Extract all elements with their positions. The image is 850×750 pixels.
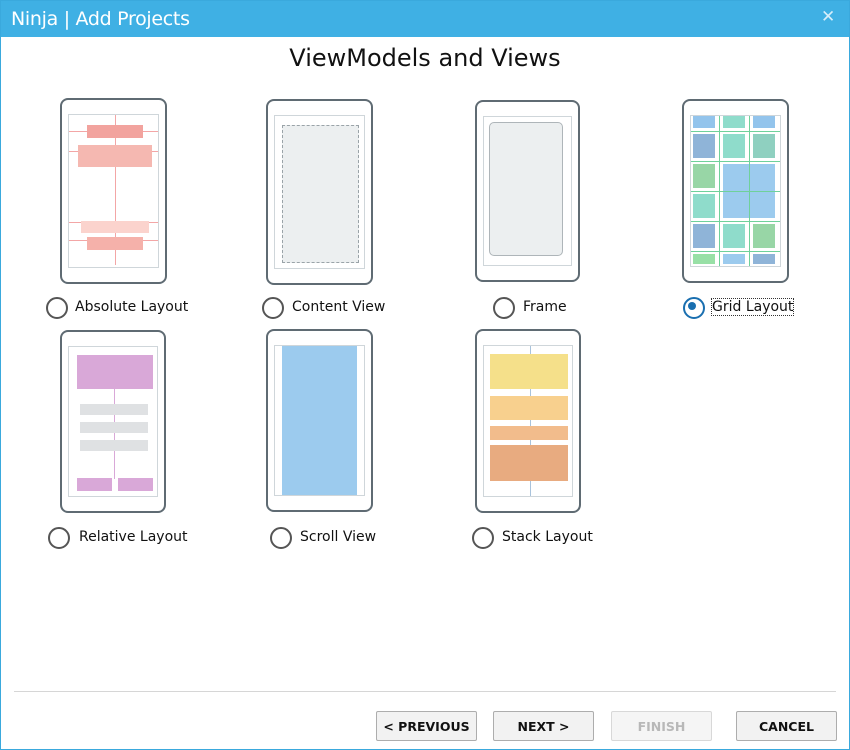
cancel-button[interactable]: CANCEL [736,711,837,741]
title-bar: Ninja | Add Projects ✕ [1,1,849,37]
scroll-view-preview[interactable] [266,329,373,512]
frame-radio[interactable] [493,297,515,319]
stack-layout-preview[interactable] [475,329,581,513]
absolute-layout-label[interactable]: Absolute Layout [75,299,188,315]
frame-label[interactable]: Frame [523,299,567,315]
scroll-view-screen [274,345,365,496]
content-view-label[interactable]: Content View [292,299,385,315]
content-view-radio[interactable] [262,297,284,319]
footer-divider [14,691,836,692]
grid-layout-screen [690,115,781,267]
frame-screen [483,116,572,266]
frame-preview[interactable] [475,100,580,282]
relative-layout-label[interactable]: Relative Layout [79,529,188,545]
page-title: ViewModels and Views [289,44,561,72]
absolute-layout-preview[interactable] [60,98,167,284]
stack-layout-label[interactable]: Stack Layout [502,529,593,545]
window-title: Ninja | Add Projects [11,8,190,30]
relative-layout-preview[interactable] [60,330,166,513]
finish-button[interactable]: FINISH [611,711,712,741]
content-view-preview[interactable] [266,99,373,285]
scroll-view-label[interactable]: Scroll View [300,529,376,545]
next-button[interactable]: NEXT > [493,711,594,741]
stack-layout-radio[interactable] [472,527,494,549]
relative-layout-screen [68,346,158,497]
grid-layout-radio[interactable] [683,297,705,319]
stack-layout-screen [483,345,573,497]
relative-layout-radio[interactable] [48,527,70,549]
close-icon[interactable]: ✕ [821,7,835,27]
scroll-view-radio[interactable] [270,527,292,549]
grid-layout-preview[interactable] [682,99,789,283]
absolute-layout-screen [68,114,159,268]
content-view-screen [274,115,365,269]
grid-layout-label[interactable]: Grid Layout [710,298,795,316]
previous-button[interactable]: < PREVIOUS [376,711,477,741]
absolute-layout-radio[interactable] [46,297,68,319]
